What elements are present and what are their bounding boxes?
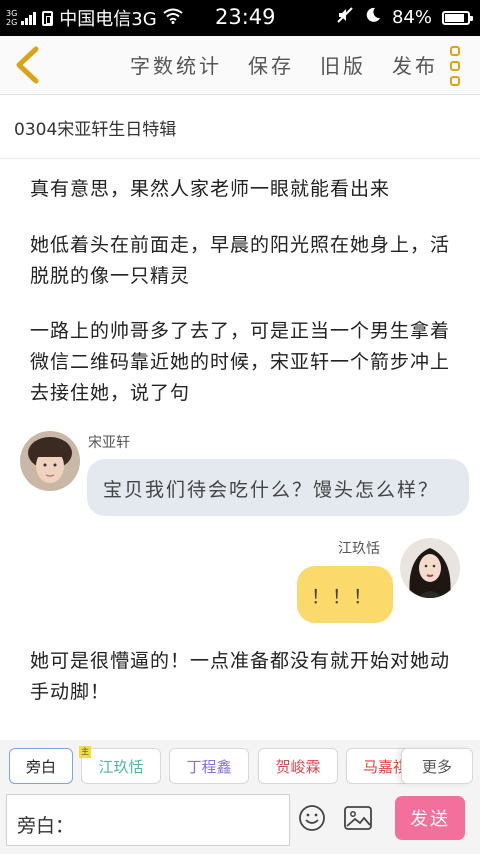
character-selector: 旁白 主 江玖恬 丁程鑫 贺峻霖 马嘉祺 更多 — [0, 740, 480, 792]
message-bubble-right[interactable]: ！！！ — [297, 566, 393, 623]
message-bubble-left[interactable]: 宝贝我们待会吃什么？馒头怎么样？ — [87, 459, 469, 516]
emoji-smile-icon[interactable] — [298, 804, 326, 832]
narration-paragraph[interactable]: 她可是很懵逼的！一点准备都没有就开始对她动手动脚！ — [30, 646, 455, 708]
avatar-song-yaxuan[interactable] — [20, 431, 80, 491]
battery-icon — [442, 10, 473, 25]
back-button[interactable] — [10, 44, 50, 86]
editor-toolbar: 字数统计 保存 旧版 发布 — [0, 36, 480, 95]
send-button[interactable]: 发送 — [395, 796, 465, 840]
character-chip-he-junlin[interactable]: 贺峻霖 — [258, 748, 338, 784]
network-type-bottom: 2G — [6, 18, 18, 27]
wifi-icon — [163, 8, 183, 28]
narration-paragraph[interactable]: 真有意思，果然人家老师一眼就能看出来 — [30, 174, 455, 205]
network-type: 3G 2G — [6, 9, 17, 27]
narration-paragraph[interactable]: 她低着头在前面走，早晨的阳光照在她身上，活脱脱的像一只精灵 — [30, 230, 455, 292]
composer: 旁白： 发送 — [0, 792, 480, 854]
battery-percent: 84% — [391, 7, 432, 28]
story-title[interactable]: 0304宋亚轩生日特辑 — [0, 95, 480, 159]
word-count-button[interactable]: 字数统计 — [130, 50, 222, 79]
old-version-button[interactable]: 旧版 — [320, 50, 366, 79]
moon-icon — [364, 6, 382, 29]
chevron-left-icon — [16, 46, 39, 84]
network-type-top: 3G — [6, 9, 18, 18]
character-chip-label: 江玖恬 — [98, 757, 144, 776]
character-chip-narrator[interactable]: 旁白 — [9, 748, 73, 784]
status-time: 23:49 — [215, 5, 276, 29]
more-vertical-icon[interactable] — [440, 44, 470, 88]
signal-icon — [21, 11, 37, 25]
carrier-name: 中国电信3G — [59, 9, 157, 30]
message-input[interactable]: 旁白： — [6, 794, 290, 846]
mute-icon — [336, 6, 354, 29]
narration-paragraph[interactable]: 一路上的帅哥多了去了，可是正当一个男生拿着微信二维码靠近她的时候，宋亚轩一个箭步… — [30, 316, 455, 409]
character-chip-jiang-jiutian[interactable]: 主 江玖恬 — [79, 746, 161, 784]
image-icon[interactable] — [344, 806, 372, 830]
publish-button[interactable]: 发布 — [392, 50, 438, 79]
speaker-name: 江玖恬 — [338, 541, 380, 557]
character-chip-ding-chengxin[interactable]: 丁程鑫 — [169, 748, 249, 784]
save-button[interactable]: 保存 — [248, 50, 294, 79]
main-role-badge: 主 — [79, 746, 91, 758]
speaker-name: 宋亚轩 — [88, 435, 130, 451]
more-characters-button[interactable]: 更多 — [401, 748, 473, 784]
avatar-jiang-jiutian[interactable] — [400, 538, 460, 598]
sim-card-icon — [42, 10, 54, 26]
status-bar: 3G 2G 中国电信3G 23:49 84% — [0, 0, 480, 36]
